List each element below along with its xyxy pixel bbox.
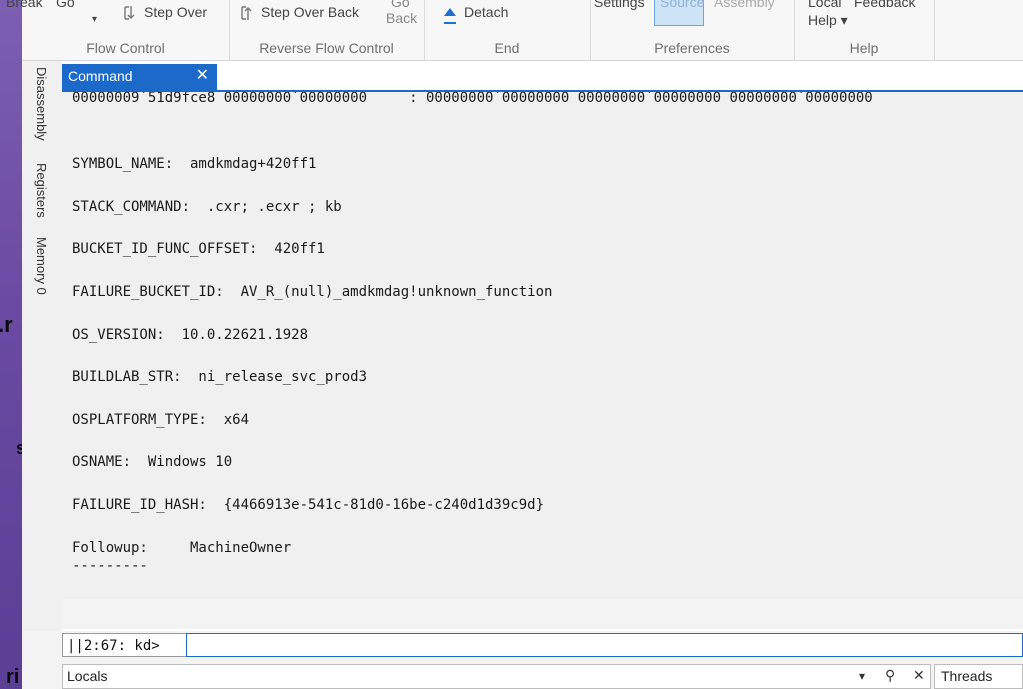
- output-line: FAILURE_ID_HASH: {4466913e-541c-81d0-16b…: [72, 497, 545, 513]
- local-button[interactable]: Local: [808, 0, 841, 10]
- command-output: 00000009`51d9fce8 00000000`00000000 : 00…: [62, 92, 1023, 599]
- ribbon: Break Go ▾ Step Over Flow Control Step O…: [6, 0, 1023, 61]
- output-line: STACK_COMMAND: .cxr; .ecxr ; kb: [72, 199, 342, 215]
- go-button[interactable]: Go: [56, 0, 75, 10]
- output-line: BUCKET_ID_FUNC_OFFSET: 420ff1: [72, 241, 325, 257]
- help-group: Local Feedback Help ▾ Help: [794, 0, 935, 60]
- source-button[interactable]: Source: [660, 0, 704, 10]
- flow-control-group: Break Go ▾ Step Over Flow Control: [6, 0, 230, 60]
- command-input-row: ||2:67: kd>: [62, 631, 1023, 659]
- step-over-icon: [124, 6, 135, 20]
- chevron-down-icon[interactable]: ▾: [859, 669, 865, 683]
- output-line: 00000009`51d9fce8 00000000`00000000 : 00…: [72, 92, 873, 106]
- side-tab-strip: Disassembly Registers Memory 0: [22, 61, 62, 631]
- output-padding: [62, 599, 1023, 629]
- desktop-text-fragment: ri: [6, 666, 20, 688]
- threads-panel-tab[interactable]: Threads: [934, 664, 1023, 689]
- output-line: OSPLATFORM_TYPE: x64: [72, 412, 250, 428]
- windbg-window: Break Go ▾ Step Over Flow Control Step O…: [6, 0, 1023, 689]
- command-prompt: ||2:67: kd>: [62, 633, 187, 657]
- close-icon[interactable]: ✕: [913, 667, 925, 684]
- step-over-back-label: Step Over Back: [261, 4, 360, 20]
- detach-button[interactable]: Detach: [444, 4, 509, 25]
- group-label: Help: [849, 40, 879, 56]
- end-group: Detach End: [424, 0, 591, 60]
- detach-icon: [444, 6, 456, 25]
- tab-command[interactable]: Command ✕: [62, 64, 217, 90]
- detach-label: Detach: [464, 4, 509, 20]
- step-over-back-button[interactable]: Step Over Back: [239, 4, 359, 22]
- step-over-back-icon: [241, 6, 252, 21]
- tab-registers[interactable]: Registers: [34, 163, 49, 218]
- output-line: BUILDLAB_STR: ni_release_svc_prod3: [72, 369, 368, 385]
- output-line: OSNAME: Windows 10: [72, 454, 233, 470]
- command-tab-label: Command: [68, 68, 133, 84]
- output-line: FAILURE_BUCKET_ID: AV_R_(null)_amdkmdag!…: [72, 284, 553, 300]
- go-dropdown-icon[interactable]: ▾: [92, 14, 97, 25]
- settings-button[interactable]: Settings: [594, 0, 645, 10]
- feedback-button[interactable]: Feedback: [854, 0, 915, 10]
- assembly-button[interactable]: Assembly: [714, 0, 775, 10]
- group-label: Flow Control: [86, 40, 165, 56]
- command-input[interactable]: [186, 633, 1023, 657]
- tab-memory-0[interactable]: Memory 0: [34, 237, 49, 295]
- close-icon[interactable]: ✕: [196, 64, 209, 88]
- step-over-button[interactable]: Step Over: [122, 4, 207, 22]
- desktop-text-fragment: .r: [0, 312, 13, 337]
- desktop-background: .r s ri: [0, 0, 22, 689]
- go-back-button[interactable]: Back: [386, 10, 417, 26]
- go-back-button-top[interactable]: Go: [391, 0, 410, 10]
- help-menu-button[interactable]: Help ▾: [808, 12, 848, 29]
- group-label: Reverse Flow Control: [259, 40, 394, 56]
- command-tab-bar: Command ✕: [62, 64, 1023, 92]
- output-line: SYMBOL_NAME: amdkmdag+420ff1: [72, 156, 317, 172]
- output-line: OS_VERSION: 10.0.22621.1928: [72, 327, 309, 343]
- step-over-label: Step Over: [144, 4, 208, 20]
- locals-title[interactable]: Locals: [67, 668, 107, 684]
- tab-disassembly[interactable]: Disassembly: [34, 67, 49, 141]
- preferences-group: Settings Source Assembly Preferences: [590, 0, 795, 60]
- group-label: Preferences: [654, 40, 730, 56]
- break-button[interactable]: Break: [6, 0, 43, 10]
- group-label: End: [494, 40, 520, 56]
- reverse-flow-control-group: Step Over Back Go Back Reverse Flow Cont…: [229, 0, 425, 60]
- pin-icon[interactable]: ⚲: [885, 667, 895, 684]
- output-line: Followup: MachineOwner: [72, 540, 292, 556]
- command-window: Command ✕ 00000009`51d9fce8 00000000`000…: [62, 61, 1023, 631]
- locals-panel: Locals ▾ ⚲ ✕: [62, 664, 931, 689]
- output-line: ---------: [72, 558, 148, 574]
